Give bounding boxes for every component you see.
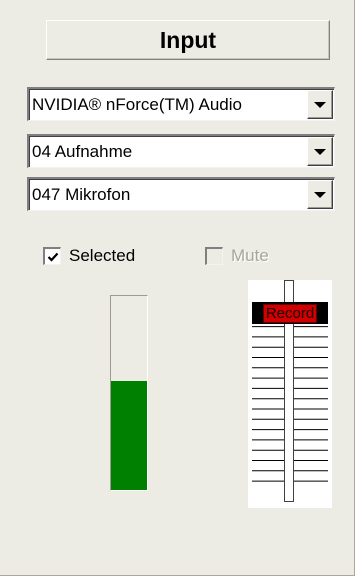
input-title-button[interactable]: Input (46, 20, 330, 60)
level-meter (110, 295, 148, 491)
chevron-down-icon (314, 191, 326, 198)
volume-slider[interactable]: Record (248, 280, 332, 508)
source-select-value: 047 Mikrofon (32, 184, 131, 204)
level-meter-fill (111, 381, 147, 490)
record-thumb-label: Record (262, 303, 318, 323)
checkmark-icon (47, 252, 58, 262)
source-select[interactable]: 047 Mikrofon (27, 177, 335, 211)
slider-thumb[interactable]: Record (252, 302, 328, 324)
input-title-label: Input (159, 26, 217, 53)
mute-checkbox-label: Mute (231, 246, 269, 265)
selected-checkbox-label: Selected (69, 246, 136, 265)
line-select[interactable]: 04 Aufnahme (27, 134, 335, 168)
source-select-dropdown-button[interactable] (307, 180, 333, 209)
line-select-value: 04 Aufnahme (32, 141, 133, 161)
mixer-panel: Input NVIDIA® nForce(TM) Audio 04 Aufnah… (0, 0, 355, 576)
chevron-down-icon (314, 101, 326, 108)
selected-checkbox[interactable]: Selected (43, 246, 135, 266)
chevron-down-icon (314, 148, 326, 155)
mute-checkbox-box[interactable] (205, 247, 223, 265)
device-select-value: NVIDIA® nForce(TM) Audio (32, 94, 242, 114)
selected-checkbox-box[interactable] (43, 247, 61, 265)
line-select-dropdown-button[interactable] (307, 137, 333, 166)
device-select[interactable]: NVIDIA® nForce(TM) Audio (27, 87, 335, 121)
device-select-dropdown-button[interactable] (307, 90, 333, 119)
mute-checkbox[interactable]: Mute (205, 246, 269, 266)
